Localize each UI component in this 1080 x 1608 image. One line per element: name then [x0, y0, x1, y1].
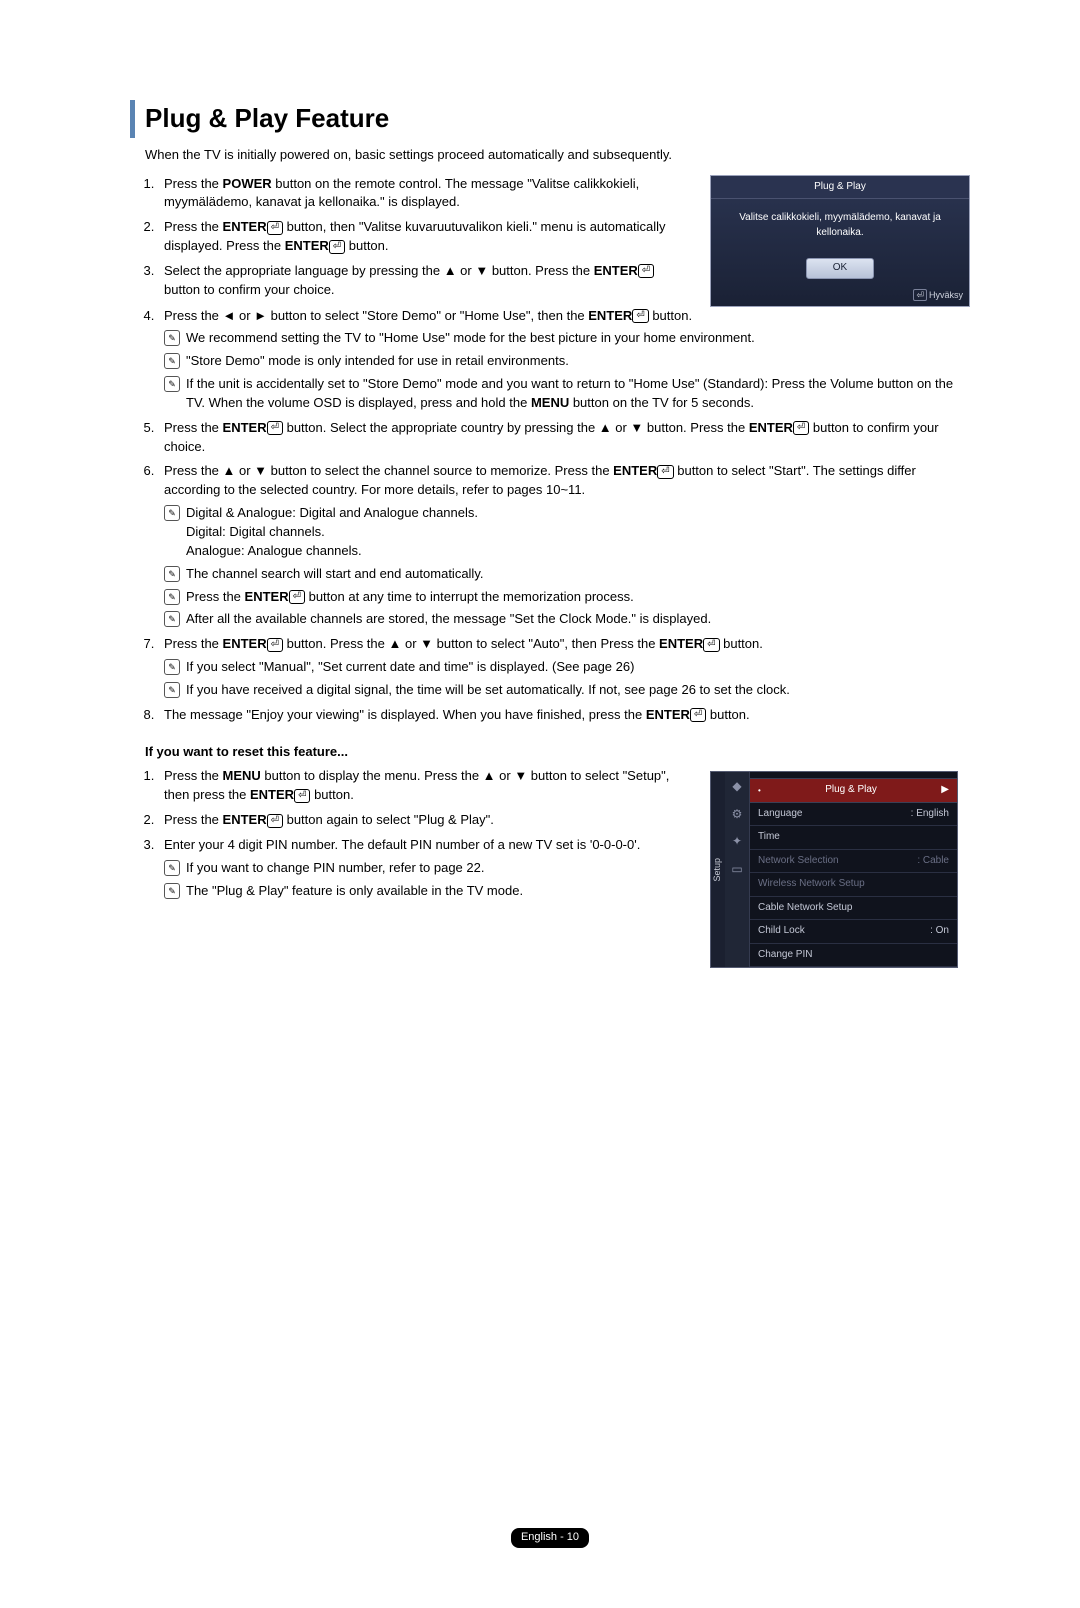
menu-item-cable[interactable]: Cable Network Setup	[750, 897, 957, 921]
page-number: English - 10	[130, 1528, 970, 1548]
reset-step-3: Enter your 4 digit PIN number. The defau…	[158, 836, 692, 901]
note-item: ✎If you have received a digital signal, …	[164, 681, 970, 700]
section-title: Plug & Play Feature	[130, 100, 970, 138]
note-icon: ✎	[164, 566, 180, 582]
note-item: ✎If you want to change PIN number, refer…	[164, 859, 692, 878]
input-icon: ▭	[731, 861, 742, 878]
step-8: The message "Enjoy your viewing" is disp…	[158, 706, 970, 725]
enter-icon: ⏎	[913, 289, 927, 301]
menu-icon-column: ◆ ⚙ ✦ ▭	[725, 772, 750, 967]
step-3: Select the appropriate language by press…	[158, 262, 692, 300]
enter-icon: ⏎	[657, 465, 673, 479]
menu-side-label: Setup	[711, 772, 725, 967]
osd-dialog: Plug & Play Valitse calikkokieli, myymäl…	[710, 175, 970, 307]
menu-item-language[interactable]: Language: English	[750, 803, 957, 827]
enter-icon: ⏎	[329, 240, 345, 254]
enter-icon: ⏎	[793, 421, 809, 435]
enter-icon: ⏎	[690, 708, 706, 722]
menu-item-network-selection: Network Selection: Cable	[750, 850, 957, 874]
enter-icon: ⏎	[638, 264, 654, 278]
note-item: ✎The channel search will start and end a…	[164, 565, 970, 584]
gear-icon: ⚙	[732, 806, 743, 823]
step-6: Press the ▲ or ▼ button to select the ch…	[158, 462, 970, 629]
note-icon: ✎	[164, 682, 180, 698]
enter-icon: ⏎	[267, 814, 283, 828]
note-item: ✎The "Plug & Play" feature is only avail…	[164, 882, 692, 901]
steps-list-b: Press the ◄ or ► button to select "Store…	[130, 307, 970, 725]
note-icon: ✎	[164, 883, 180, 899]
note-item: ✎After all the available channels are st…	[164, 610, 970, 629]
note-icon: ✎	[164, 353, 180, 369]
note-item: ✎Press the ENTER⏎ button at any time to …	[164, 588, 970, 607]
enter-icon: ⏎	[267, 221, 283, 235]
menu-item-wireless: Wireless Network Setup	[750, 873, 957, 897]
reset-step-1: Press the MENU button to display the men…	[158, 767, 692, 805]
setup-menu: Setup ◆ ⚙ ✦ ▭ •Plug & Play▶ Language: En…	[710, 771, 958, 968]
note-icon: ✎	[164, 505, 180, 521]
reset-step-2: Press the ENTER⏎ button again to select …	[158, 811, 692, 830]
step-7: Press the ENTER⏎ button. Press the ▲ or …	[158, 635, 970, 700]
intro-text: When the TV is initially powered on, bas…	[145, 146, 970, 165]
enter-icon: ⏎	[294, 789, 310, 803]
note-item: ✎"Store Demo" mode is only intended for …	[164, 352, 970, 371]
osd-title: Plug & Play	[711, 176, 969, 200]
step-4: Press the ◄ or ► button to select "Store…	[158, 307, 970, 413]
enter-icon: ⏎	[289, 590, 305, 604]
plug-icon: ✦	[732, 833, 742, 850]
steps-list-a: Press the POWER button on the remote con…	[130, 175, 692, 300]
reset-heading: If you want to reset this feature...	[145, 743, 970, 762]
menu-item-time[interactable]: Time	[750, 826, 957, 850]
step-1: Press the POWER button on the remote con…	[158, 175, 692, 213]
osd-ok-button[interactable]: OK	[806, 258, 874, 279]
enter-icon: ⏎	[267, 421, 283, 435]
picture-icon: ◆	[732, 778, 741, 795]
enter-icon: ⏎	[703, 638, 719, 652]
enter-icon: ⏎	[267, 638, 283, 652]
note-icon: ✎	[164, 330, 180, 346]
note-icon: ✎	[164, 589, 180, 605]
step-5: Press the ENTER⏎ button. Select the appr…	[158, 419, 970, 457]
osd-message: Valitse calikkokieli, myymälädemo, kanav…	[717, 211, 963, 240]
reset-steps: Press the MENU button to display the men…	[130, 767, 692, 900]
osd-footer: ⏎Hyväksy	[711, 287, 969, 306]
note-icon: ✎	[164, 659, 180, 675]
menu-item-plug-play[interactable]: •Plug & Play▶	[750, 778, 957, 803]
note-item: ✎We recommend setting the TV to "Home Us…	[164, 329, 970, 348]
note-icon: ✎	[164, 376, 180, 392]
enter-icon: ⏎	[632, 309, 648, 323]
step-2: Press the ENTER⏎ button, then "Valitse k…	[158, 218, 692, 256]
note-icon: ✎	[164, 860, 180, 876]
note-item: ✎If the unit is accidentally set to "Sto…	[164, 375, 970, 413]
menu-item-child-lock[interactable]: Child Lock: On	[750, 920, 957, 944]
chevron-right-icon: ▶	[941, 783, 949, 798]
note-icon: ✎	[164, 611, 180, 627]
note-item: ✎Digital & Analogue: Digital and Analogu…	[164, 504, 970, 561]
menu-item-change-pin[interactable]: Change PIN	[750, 944, 957, 968]
note-item: ✎If you select "Manual", "Set current da…	[164, 658, 970, 677]
page-title: Plug & Play Feature	[145, 100, 970, 138]
